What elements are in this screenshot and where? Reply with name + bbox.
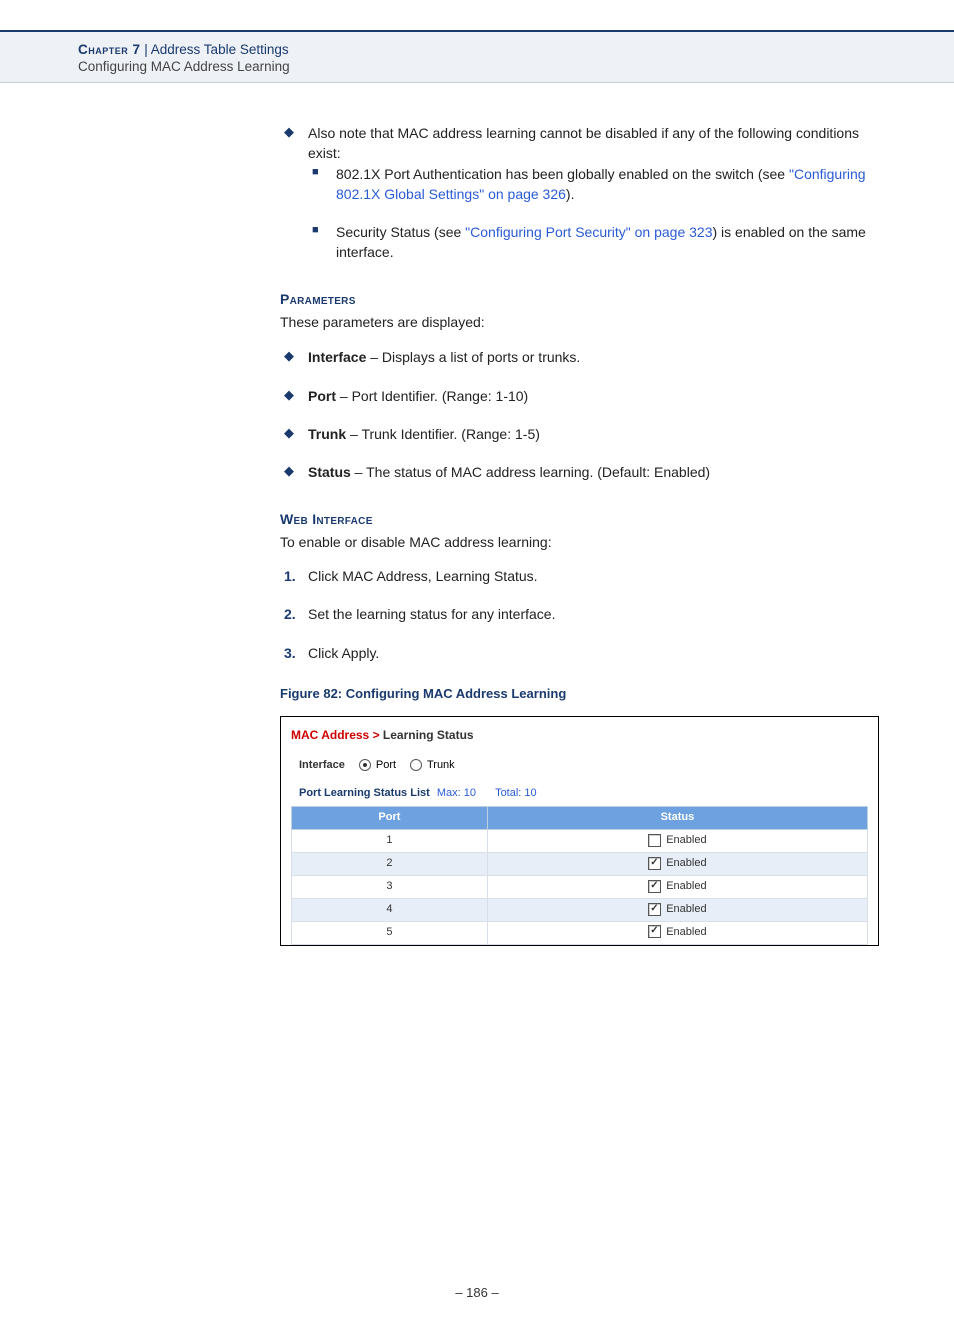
web-interface-heading: Web Interface — [280, 509, 879, 529]
enabled-label: Enabled — [666, 903, 706, 915]
header-sep: | — [141, 42, 151, 57]
enabled-checkbox[interactable] — [648, 903, 661, 916]
cell-status: Enabled — [487, 875, 867, 898]
cell-port: 1 — [292, 830, 488, 853]
web-lead: To enable or disable MAC address learnin… — [280, 532, 879, 552]
step-1: Click MAC Address, Learning Status. — [280, 566, 879, 586]
bc-learning-status: Learning Status — [383, 728, 474, 742]
enabled-checkbox[interactable] — [648, 857, 661, 870]
note-item: Also note that MAC address learning cann… — [280, 123, 879, 263]
list-max: Max: 10 — [437, 787, 476, 799]
table-row: 5 Enabled — [292, 921, 868, 944]
cell-status: Enabled — [487, 853, 867, 876]
list-total: Total: 10 — [495, 787, 537, 799]
figure-caption: Figure 82: Configuring MAC Address Learn… — [280, 685, 879, 704]
radio-port[interactable]: Port — [359, 758, 396, 774]
radio-dot-icon — [359, 759, 371, 771]
interface-label: Interface — [299, 758, 345, 774]
header-line1: Chapter 7 | Address Table Settings — [78, 42, 954, 57]
header-subtitle: Configuring MAC Address Learning — [78, 59, 954, 74]
enabled-label: Enabled — [666, 857, 706, 869]
note-list: Also note that MAC address learning cann… — [280, 123, 879, 263]
steps-list: Click MAC Address, Learning Status. Set … — [280, 566, 879, 663]
condition-1: 802.1X Port Authentication has been glob… — [308, 164, 879, 205]
table-row: 3 Enabled — [292, 875, 868, 898]
header-title: Address Table Settings — [151, 42, 289, 57]
ui-breadcrumb: MAC Address > Learning Status — [291, 727, 868, 744]
enabled-label: Enabled — [666, 880, 706, 892]
note-lead: Also note that MAC address learning cann… — [308, 125, 859, 161]
col-port: Port — [292, 807, 488, 830]
cell-status: Enabled — [487, 898, 867, 921]
param-port: Port – Port Identifier. (Range: 1-10) — [280, 386, 879, 406]
parameters-list: Interface – Displays a list of ports or … — [280, 347, 879, 482]
enabled-label: Enabled — [666, 834, 706, 846]
link-port-security[interactable]: "Configuring Port Security" on page 323 — [465, 224, 712, 240]
enabled-checkbox[interactable] — [648, 925, 661, 938]
parameters-heading: Parameters — [280, 289, 879, 309]
condition-2: Security Status (see "Configuring Port S… — [308, 222, 879, 263]
list-title: Port Learning Status List — [299, 787, 430, 799]
cell-port: 3 — [292, 875, 488, 898]
parameters-lead: These parameters are displayed: — [280, 312, 879, 332]
col-status: Status — [487, 807, 867, 830]
ui-screenshot: MAC Address > Learning Status Interface … — [280, 716, 879, 946]
table-row: 1 Enabled — [292, 830, 868, 853]
bc-mac-address: MAC Address > — [291, 728, 383, 742]
page: Chapter 7 | Address Table Settings Confi… — [0, 30, 954, 1325]
cell-port: 5 — [292, 921, 488, 944]
param-status: Status – The status of MAC address learn… — [280, 462, 879, 482]
enabled-label: Enabled — [666, 926, 706, 938]
cell-port: 2 — [292, 853, 488, 876]
page-header: Chapter 7 | Address Table Settings Confi… — [0, 30, 954, 83]
conditions-list: 802.1X Port Authentication has been glob… — [308, 164, 879, 263]
param-interface: Interface – Displays a list of ports or … — [280, 347, 879, 367]
interface-row: Interface Port Trunk — [299, 758, 868, 774]
chapter-label: Chapter 7 — [78, 42, 141, 57]
enabled-checkbox[interactable] — [648, 834, 661, 847]
enabled-checkbox[interactable] — [648, 880, 661, 893]
step-3: Click Apply. — [280, 643, 879, 663]
cell-port: 4 — [292, 898, 488, 921]
status-table: Port Status 1 Enabled 2 Enabled 3 Enabled 4 Ena… — [291, 806, 868, 945]
cell-status: Enabled — [487, 830, 867, 853]
list-header: Port Learning Status List Max: 10 Total:… — [299, 786, 868, 802]
radio-trunk[interactable]: Trunk — [410, 758, 455, 774]
radio-empty-icon — [410, 759, 422, 771]
page-number: – 186 – — [0, 1285, 954, 1300]
table-row: 4 Enabled — [292, 898, 868, 921]
table-header-row: Port Status — [292, 807, 868, 830]
content-area: Also note that MAC address learning cann… — [280, 83, 879, 946]
cell-status: Enabled — [487, 921, 867, 944]
param-trunk: Trunk – Trunk Identifier. (Range: 1-5) — [280, 424, 879, 444]
step-2: Set the learning status for any interfac… — [280, 604, 879, 624]
table-row: 2 Enabled — [292, 853, 868, 876]
